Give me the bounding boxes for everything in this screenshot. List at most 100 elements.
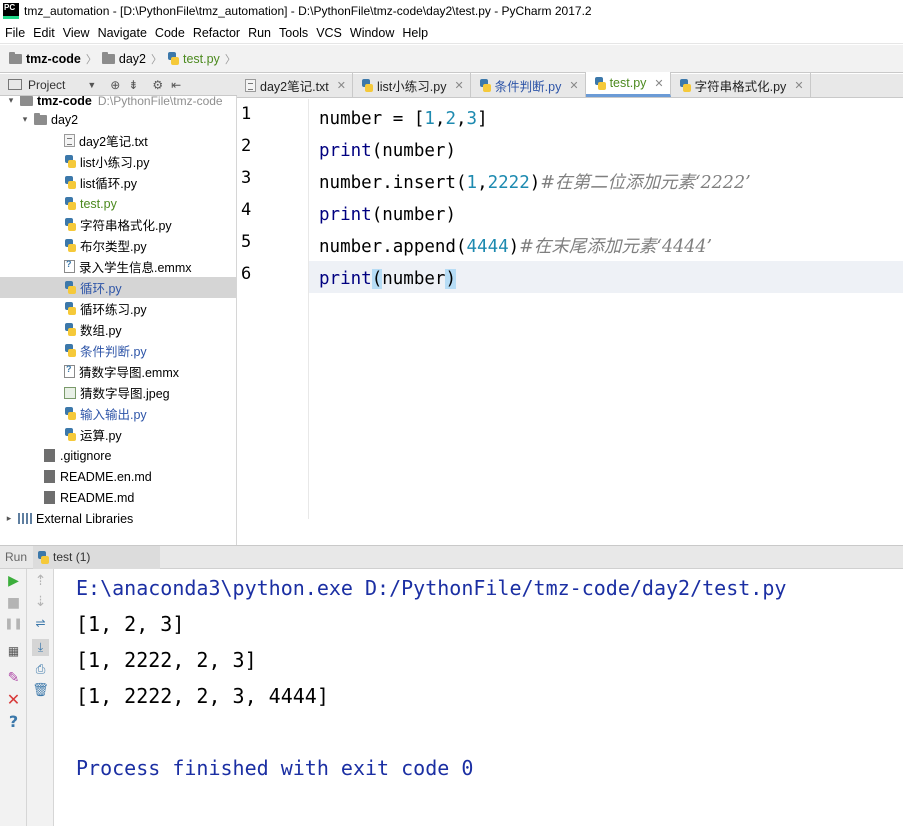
tree-item-file[interactable]: 运算.py <box>0 424 236 445</box>
rerun-icon[interactable]: ▶ <box>5 572 22 589</box>
print-icon[interactable]: ⎙ <box>32 661 49 678</box>
code-editor[interactable]: 1 2 3 4 5 6 number = [1,2,3] print(numbe… <box>237 99 903 545</box>
python-file-icon <box>64 407 76 420</box>
tab-day2-notes[interactable]: day2笔记.txt ✕ <box>237 73 353 97</box>
collapse-arrow-icon[interactable]: ▸ <box>4 513 14 524</box>
breadcrumb-item-file[interactable]: test.py 〉 <box>167 51 241 67</box>
python-file-icon <box>37 550 50 564</box>
breadcrumb: tmz-code 〉 day2 〉 test.py 〉 <box>0 45 903 73</box>
breadcrumb-item-folder[interactable]: day2 〉 <box>101 51 167 67</box>
close-icon[interactable]: ✕ <box>654 77 663 90</box>
tree-item-file[interactable]: 录入学生信息.emmx <box>0 256 236 277</box>
tab-label: list小练习.py <box>377 79 447 94</box>
console-line: Process finished with exit code 0 <box>76 756 474 780</box>
tree-item-file[interactable]: list循环.py <box>0 172 236 193</box>
arrow-down-icon[interactable]: ⇣ <box>32 593 49 610</box>
python-file-icon <box>64 155 76 168</box>
tree-item-file[interactable]: 猜数字导图.emmx <box>0 361 236 382</box>
arrow-up-icon[interactable]: ⇡ <box>32 572 49 589</box>
tree-item-file[interactable]: README.en.md <box>0 466 236 487</box>
pause-icon[interactable]: ❚❚ <box>4 615 22 632</box>
soft-wrap-icon[interactable]: ⇌ <box>32 614 49 631</box>
trash-icon[interactable]: 🗑 <box>32 682 49 699</box>
tab-test-active[interactable]: test.py ✕ <box>585 72 671 97</box>
breadcrumb-item-project[interactable]: tmz-code 〉 <box>9 51 102 67</box>
python-file-icon <box>64 281 76 294</box>
menu-window[interactable]: Window <box>345 26 397 40</box>
line-number: 2 <box>241 136 252 156</box>
python-file-icon <box>64 197 76 210</box>
expand-arrow-icon[interactable]: ▾ <box>20 114 30 125</box>
tree-item-file[interactable]: 字符串格式化.py <box>0 214 236 235</box>
menu-vcs[interactable]: VCS <box>311 26 345 40</box>
hide-panel-icon[interactable]: ⇤ <box>171 78 181 92</box>
help-icon[interactable]: ? <box>5 712 22 731</box>
python-file-icon <box>594 76 606 90</box>
tree-item-external-libraries[interactable]: ▸ External Libraries <box>0 508 236 529</box>
close-icon[interactable]: ✕ <box>454 79 463 92</box>
code-line: number.insert(1,2222)#在第二位添加元素‘2222’ <box>319 173 751 193</box>
settings-gear-icon[interactable]: ⚙ <box>152 78 163 92</box>
tree-label: 布尔类型.py <box>80 240 147 254</box>
tree-item-file[interactable]: README.md <box>0 487 236 508</box>
console-line: [1, 2222, 2, 3] <box>76 648 257 672</box>
line-number: 5 <box>241 232 252 252</box>
project-icon <box>8 79 22 90</box>
tree-item-file[interactable]: day2笔记.txt <box>0 130 236 151</box>
tree-item-file[interactable]: 布尔类型.py <box>0 235 236 256</box>
menu-tools[interactable]: Tools <box>274 26 311 40</box>
close-icon[interactable]: ✕ <box>794 79 803 92</box>
folder-icon <box>101 51 115 64</box>
pin-tab-icon[interactable]: ✎ <box>5 669 22 686</box>
library-icon <box>18 513 32 524</box>
menu-navigate[interactable]: Navigate <box>93 26 150 40</box>
close-run-icon[interactable]: ✕ <box>5 690 22 709</box>
breadcrumb-label: tmz-code <box>26 51 81 66</box>
python-file-icon <box>479 78 491 92</box>
dump-threads-icon[interactable]: ▦ <box>5 642 22 659</box>
tree-item-file[interactable]: test.py <box>0 193 236 214</box>
python-file-icon <box>64 239 76 252</box>
menu-bar: File Edit View Navigate Code Refactor Ru… <box>0 22 903 44</box>
menu-run[interactable]: Run <box>243 26 274 40</box>
dropdown-arrow-icon[interactable]: ▼ <box>87 80 96 90</box>
image-file-icon <box>64 386 76 399</box>
project-view-selector[interactable]: Project <box>28 78 65 92</box>
stop-icon[interactable]: ■ <box>5 594 22 611</box>
text-file-icon <box>245 78 256 92</box>
code-line: print(number) <box>319 205 456 225</box>
close-icon[interactable]: ✕ <box>337 79 346 92</box>
run-console[interactable]: E:\anaconda3\python.exe D:/PythonFile/tm… <box>55 569 903 826</box>
close-icon[interactable]: ✕ <box>569 79 578 92</box>
tab-list-exercise[interactable]: list小练习.py ✕ <box>353 73 471 97</box>
tree-item-file[interactable]: list小练习.py <box>0 151 236 172</box>
python-file-icon <box>679 78 691 92</box>
line-number: 3 <box>241 168 252 188</box>
collapse-all-icon[interactable]: ⇟ <box>128 78 138 92</box>
tab-conditions[interactable]: 条件判断.py ✕ <box>471 73 586 97</box>
tree-item-file[interactable]: 输入输出.py <box>0 403 236 424</box>
menu-view[interactable]: View <box>58 26 93 40</box>
tree-item-file[interactable]: 数组.py <box>0 319 236 340</box>
run-tab[interactable]: test (1) <box>33 545 161 569</box>
menu-code[interactable]: Code <box>150 26 188 40</box>
tree-item-file[interactable]: .gitignore <box>0 445 236 466</box>
tree-item-day2[interactable]: ▾ day2 <box>0 109 236 130</box>
tab-string-format[interactable]: 字符串格式化.py ✕ <box>671 73 811 97</box>
breadcrumb-label: test.py <box>182 51 220 66</box>
menu-file[interactable]: File <box>0 26 28 40</box>
menu-help[interactable]: Help <box>397 26 431 40</box>
scroll-from-source-icon[interactable]: ⊕ <box>110 78 120 92</box>
tree-item-file[interactable]: 循环练习.py <box>0 298 236 319</box>
tree-label: day2 <box>51 112 79 127</box>
tree-item-file[interactable]: 猜数字导图.jpeg <box>0 382 236 403</box>
menu-refactor[interactable]: Refactor <box>188 26 243 40</box>
code-line: number = [1,2,3] <box>319 109 488 129</box>
menu-edit[interactable]: Edit <box>28 26 58 40</box>
generic-file-icon <box>44 491 55 504</box>
scroll-to-end-icon[interactable]: ⤓ <box>32 639 49 656</box>
expand-arrow-icon[interactable]: ▾ <box>6 96 16 106</box>
tree-label: 录入学生信息.emmx <box>79 261 192 275</box>
tree-item-file-selected[interactable]: 循环.py <box>0 277 236 298</box>
tree-item-file[interactable]: 条件判断.py <box>0 340 236 361</box>
